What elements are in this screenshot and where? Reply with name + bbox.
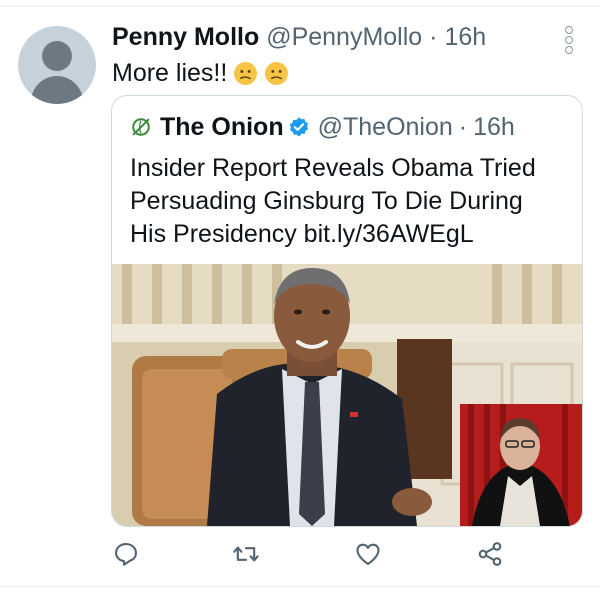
quoted-tweet-card[interactable]: The Onion @TheOnion · 16h Insider Report… (111, 95, 583, 527)
like-icon[interactable] (354, 540, 382, 568)
quoted-header-separator: · (458, 113, 468, 141)
confused-face-emoji (234, 61, 258, 85)
tweet-timestamp[interactable]: 16h (444, 23, 486, 51)
avatar[interactable] (18, 26, 96, 104)
tweet-actions (0, 540, 600, 570)
quoted-tweet-photo[interactable] (112, 264, 582, 526)
verified-badge-icon (289, 117, 308, 137)
avatar-shoulders-shape (31, 76, 83, 104)
quoted-tweet-timestamp[interactable]: 16h (473, 112, 515, 142)
onion-logo-icon (132, 118, 150, 136)
more-options-icon[interactable] (562, 26, 576, 54)
quoted-tweet-header: The Onion @TheOnion · 16h (130, 112, 515, 142)
reply-icon[interactable] (112, 540, 140, 568)
tweet-body: More lies!! (112, 59, 228, 87)
tweet-text: More lies!! (112, 58, 289, 88)
quoted-author-handle[interactable]: @TheOnion (318, 112, 453, 142)
retweet-icon[interactable] (232, 540, 260, 568)
tweet-header: Penny Mollo @PennyMollo · 16h (112, 22, 486, 52)
header-separator: · (429, 23, 438, 51)
author-name[interactable]: Penny Mollo (112, 23, 259, 51)
author-handle[interactable]: @PennyMollo (266, 23, 422, 51)
top-divider (0, 6, 600, 7)
confused-face-emoji (265, 61, 289, 85)
share-icon[interactable] (476, 540, 504, 568)
quoted-tweet-text: Insider Report Reveals Obama Tried Persu… (130, 154, 536, 248)
avatar-head-shape (42, 41, 72, 71)
bottom-divider (0, 586, 600, 587)
quoted-author-name[interactable]: The Onion (160, 112, 284, 142)
